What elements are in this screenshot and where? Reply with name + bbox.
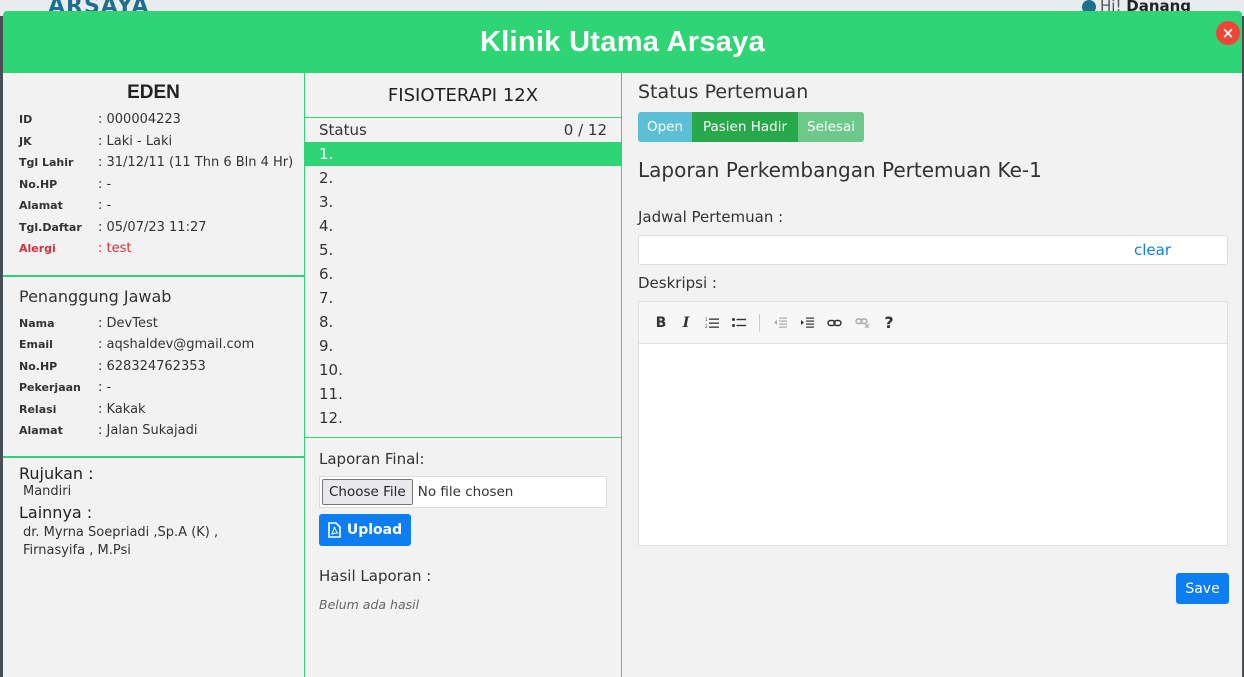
unlink-icon[interactable] <box>855 317 870 328</box>
italic-button[interactable]: I <box>680 315 692 331</box>
open-button[interactable]: Open <box>638 112 692 142</box>
other-value-line-1: dr. Myrna Soepriadi ,Sp.A (K) , <box>23 524 219 540</box>
divider <box>305 437 621 438</box>
meeting-item-2[interactable]: 2. <box>305 166 621 190</box>
choose-file-button[interactable]: Choose File <box>322 479 413 505</box>
link-icon[interactable] <box>827 318 842 328</box>
guardian-address: Alamat: Jalan Sukajadi <box>19 423 198 438</box>
patient-present-button[interactable]: Pasien Hadir <box>692 112 798 142</box>
meeting-item-7[interactable]: 7. <box>305 286 621 310</box>
upload-button[interactable]: Upload <box>319 514 411 546</box>
no-result-text: Belum ada hasil <box>319 597 420 612</box>
patient-info: ID: 000004223 JK: Laki - Laki Tgl Lahir:… <box>3 109 304 260</box>
pdf-file-icon <box>328 522 341 538</box>
divider <box>3 455 304 458</box>
patient-id: ID: 000004223 <box>19 112 181 127</box>
bullet-list-icon[interactable] <box>732 317 746 329</box>
patient-panel: EDEN ID: 000004223 JK: Laki - Laki Tgl L… <box>3 73 305 677</box>
result-label: Hasil Laporan : <box>319 567 432 585</box>
meeting-status-title: Status Pertemuan <box>638 81 809 103</box>
report-title: Laporan Perkembangan Pertemuan Ke-1 <box>638 158 1042 182</box>
done-button[interactable]: Selesai <box>798 112 864 142</box>
detail-modal: Klinik Utama Arsaya × EDEN ID: 000004223… <box>3 11 1242 677</box>
patient-allergy: Alergi: test <box>19 241 132 256</box>
meeting-item-9[interactable]: 9. <box>305 334 621 358</box>
schedule-label: Jadwal Pertemuan : <box>638 208 784 226</box>
guardian-title: Penanggung Jawab <box>19 286 172 306</box>
ordered-list-icon[interactable]: 12 <box>705 317 719 329</box>
program-panel: FISIOTERAPI 12X Status 0 / 12 1. 2. 3. 4… <box>305 73 622 677</box>
toolbar-divider <box>759 313 760 332</box>
meeting-panel: Status Pertemuan Open Pasien Hadir Seles… <box>622 73 1242 677</box>
schedule-input[interactable]: clear <box>638 235 1228 265</box>
guardian-email: Email: aqshaldev@gmail.com <box>19 337 255 352</box>
guardian-name: Nama: DevTest <box>19 315 158 331</box>
svg-text:2: 2 <box>705 324 708 329</box>
meeting-item-12[interactable]: 12. <box>305 406 621 430</box>
file-input[interactable]: Choose File No file chosen <box>319 476 607 508</box>
final-report-label: Laporan Final: <box>319 450 425 468</box>
meeting-item-6[interactable]: 6. <box>305 262 621 286</box>
meeting-item-10[interactable]: 10. <box>305 358 621 382</box>
status-label: Status <box>319 121 367 139</box>
status-button-group: Open Pasien Hadir Selesai <box>638 112 1228 142</box>
modal-header: Klinik Utama Arsaya × <box>3 11 1242 73</box>
other-label: Lainnya : <box>19 502 93 522</box>
close-icon[interactable]: × <box>1216 21 1240 45</box>
meeting-item-4[interactable]: 4. <box>305 214 621 238</box>
description-textarea[interactable] <box>639 344 1227 545</box>
referral-label: Rujukan : <box>19 463 94 483</box>
meeting-item-3[interactable]: 3. <box>305 190 621 214</box>
divider <box>3 274 304 277</box>
referral-value: Mandiri <box>23 483 72 499</box>
meeting-item-8[interactable]: 8. <box>305 310 621 334</box>
patient-name: EDEN <box>127 82 180 103</box>
status-header: Status 0 / 12 <box>305 118 621 142</box>
meeting-item-5[interactable]: 5. <box>305 238 621 262</box>
guardian-info: Nama: DevTest Email: aqshaldev@gmail.com… <box>3 313 304 442</box>
save-button[interactable]: Save <box>1176 573 1229 604</box>
guardian-relation: Relasi: Kakak <box>19 401 146 417</box>
patient-address: Alamat: - <box>19 198 112 213</box>
editor-toolbar: B I 12 ? <box>639 302 1227 344</box>
file-status: No file chosen <box>417 484 514 500</box>
patient-birthdate: Tgl Lahir: 31/12/11 (11 Thn 6 Bln 4 Hr) <box>19 155 294 170</box>
svg-text:1: 1 <box>705 317 708 322</box>
modal-title: Klinik Utama Arsaya <box>479 25 766 58</box>
program-title: FISIOTERAPI 12X <box>305 73 621 118</box>
meeting-item-1[interactable]: 1. <box>305 142 621 166</box>
guardian-phone: No.HP: 628324762353 <box>19 358 206 374</box>
meeting-item-11[interactable]: 11. <box>305 382 621 406</box>
meeting-list: 1. 2. 3. 4. 5. 6. 7. 8. 9. 10. 11. 12. <box>305 142 621 430</box>
indent-icon[interactable] <box>800 317 814 329</box>
clear-link[interactable]: clear <box>1134 241 1171 259</box>
patient-phone: No.HP: - <box>19 176 112 192</box>
description-editor: B I 12 ? <box>638 301 1228 546</box>
description-label: Deskripsi : <box>638 274 717 292</box>
outdent-icon[interactable] <box>773 317 787 329</box>
patient-register-date: Tgl.Daftar: 05/07/23 11:27 <box>19 219 207 235</box>
guardian-job: Pekerjaan: - <box>19 380 112 395</box>
bold-button[interactable]: B <box>655 315 667 331</box>
patient-gender: JK: Laki - Laki <box>19 133 173 149</box>
other-value-line-2: Firnasyifa , M.Psi <box>23 542 131 558</box>
help-icon[interactable]: ? <box>883 313 895 332</box>
status-count: 0 / 12 <box>563 121 607 139</box>
